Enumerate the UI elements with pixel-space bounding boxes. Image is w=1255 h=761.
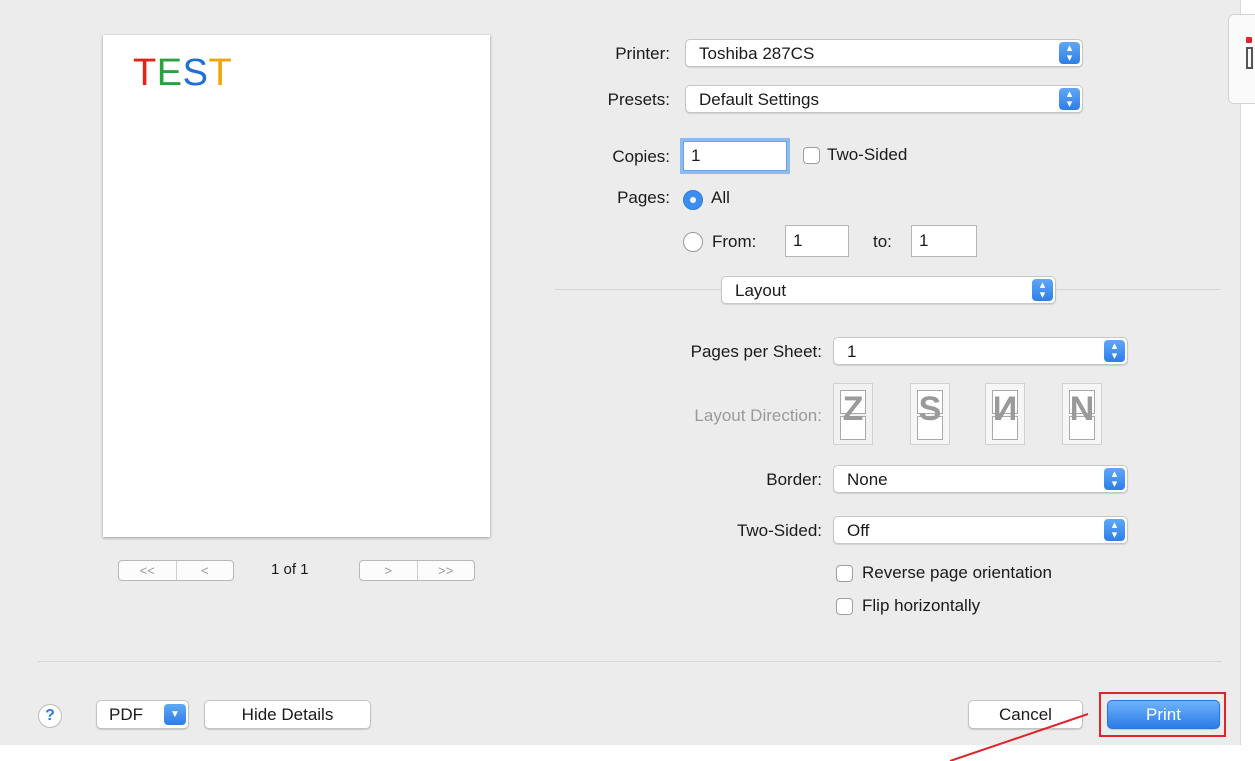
annotation-arrow bbox=[949, 713, 1089, 761]
